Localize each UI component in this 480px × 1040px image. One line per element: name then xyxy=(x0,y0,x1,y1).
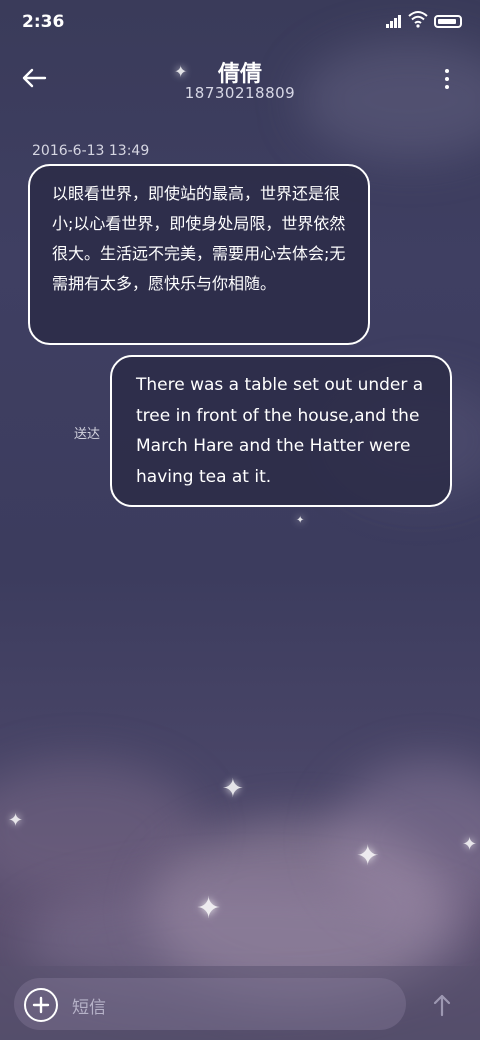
add-attachment-button[interactable] xyxy=(24,988,58,1022)
delivery-status: 送达 xyxy=(74,427,101,442)
signal-icon xyxy=(386,14,404,28)
outgoing-message-bubble[interactable]: There was a table set out under a tree i… xyxy=(110,355,452,507)
sparkle-icon: ✦ xyxy=(296,515,305,526)
wifi-icon xyxy=(408,11,428,28)
message-timestamp: 2016-6-13 13:49 xyxy=(32,143,150,159)
send-button[interactable] xyxy=(428,990,456,1020)
sparkle-icon: ✦ xyxy=(462,834,478,855)
sparkle-icon: ✦ xyxy=(356,839,380,872)
message-text: 以眼看世界，即使站的最高，世界还是很小;以心看世界，即使身处局限，世界依然很大。… xyxy=(52,184,346,293)
sparkle-icon: ✦ xyxy=(196,891,222,926)
status-bar: 2:36 xyxy=(0,0,480,44)
more-options-button[interactable] xyxy=(434,64,460,94)
cloud xyxy=(330,760,480,920)
incoming-message-bubble[interactable]: 以眼看世界，即使站的最高，世界还是很小;以心看世界，即使身处局限，世界依然很大。… xyxy=(28,164,370,345)
status-time: 2:36 xyxy=(22,12,65,32)
cloud xyxy=(0,760,200,900)
contact-number: 18730218809 xyxy=(184,84,296,102)
more-vertical-icon xyxy=(445,69,449,73)
sparkle-icon: ✦ xyxy=(8,810,24,831)
battery-level xyxy=(438,19,456,24)
plus-circle-icon xyxy=(32,996,50,1014)
message-text: There was a table set out under a tree i… xyxy=(136,375,424,487)
sparkle-icon: ✦ xyxy=(222,774,244,804)
battery-icon xyxy=(434,15,462,28)
send-arrow-icon xyxy=(433,994,451,1017)
message-input-placeholder: 短信 xyxy=(72,998,106,1018)
